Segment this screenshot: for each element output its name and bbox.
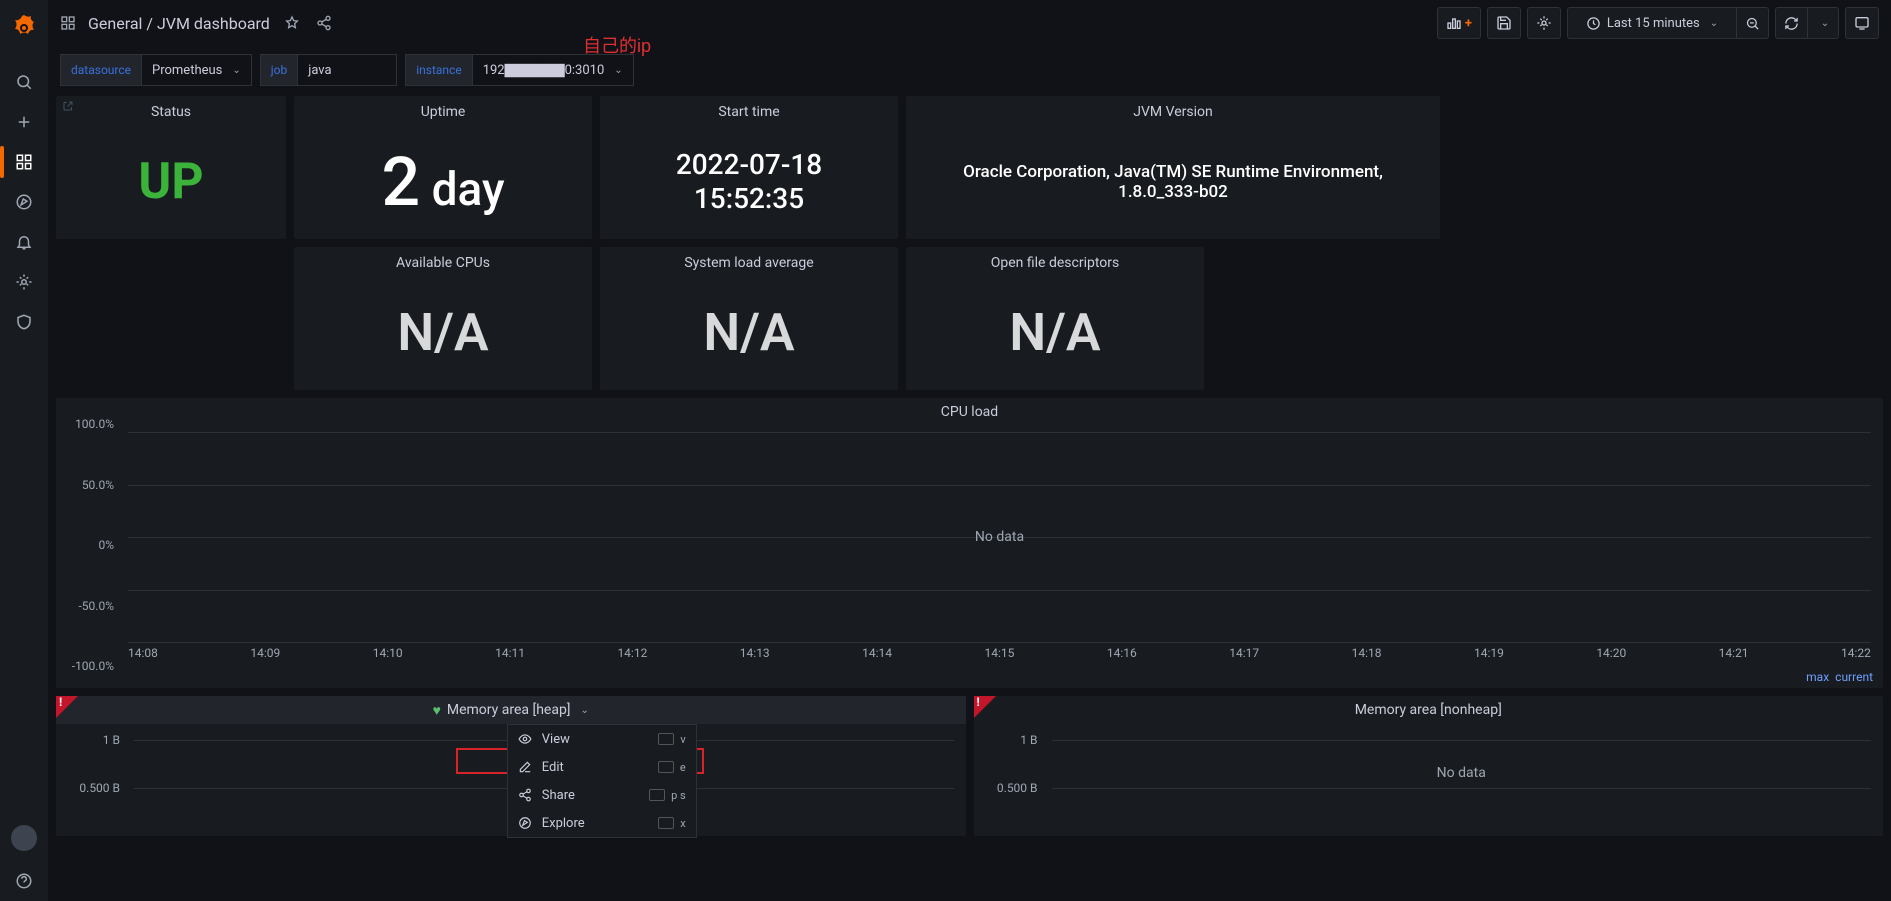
- create-icon[interactable]: [0, 102, 48, 142]
- settings-button[interactable]: [1527, 7, 1561, 39]
- chart-plot-area: No data: [1052, 728, 1872, 818]
- status-value: UP: [138, 153, 203, 211]
- x-tick: 14:15: [985, 646, 1015, 660]
- var-datasource-value[interactable]: Prometheus⌄: [141, 54, 252, 86]
- panel-title[interactable]: Memory area [nonheap]: [974, 696, 1884, 724]
- panel-jvm-version[interactable]: JVM Version Oracle Corporation, Java(TM)…: [906, 96, 1440, 239]
- grafana-logo[interactable]: [8, 12, 40, 44]
- uptime-value: 2 day: [382, 142, 505, 222]
- star-icon[interactable]: [284, 15, 300, 31]
- x-tick: 14:18: [1352, 646, 1382, 660]
- user-avatar[interactable]: [11, 825, 37, 851]
- panel-uptime[interactable]: Uptime 2 day: [294, 96, 592, 239]
- x-tick: 14:16: [1107, 646, 1137, 660]
- panel-menu: View v Edit e Share p s Explore x: [507, 724, 697, 838]
- panel-title: Uptime: [294, 96, 592, 124]
- refresh-interval-picker[interactable]: ⌄: [1807, 7, 1839, 39]
- menu-item-edit[interactable]: Edit e: [508, 753, 696, 781]
- var-datasource-label: datasource: [60, 54, 141, 86]
- help-icon[interactable]: [0, 861, 48, 901]
- menu-item-view[interactable]: View v: [508, 725, 696, 753]
- panel-link-icon[interactable]: [62, 100, 74, 112]
- chart-plot-area: No data: [128, 432, 1871, 642]
- panel-title: JVM Version: [906, 96, 1440, 124]
- panel-title-dropdown[interactable]: ♥ Memory area [heap] ⌄: [56, 696, 966, 724]
- error-indicator-icon[interactable]: [974, 696, 996, 718]
- x-tick: 14:14: [862, 646, 892, 660]
- save-button[interactable]: [1487, 7, 1521, 39]
- heart-icon: ♥: [433, 702, 441, 719]
- x-tick: 14:08: [128, 646, 158, 660]
- topbar: General / JVM dashboard + Last 15 minute…: [48, 0, 1891, 46]
- share-dashboard-icon[interactable]: [316, 15, 332, 31]
- panel-title: Open file descriptors: [906, 247, 1204, 275]
- var-job-label: job: [260, 54, 297, 86]
- panel-title: Available CPUs: [294, 247, 592, 275]
- template-var-bar: datasource Prometheus⌄ job java instance…: [48, 50, 1891, 90]
- refresh-button[interactable]: [1775, 7, 1808, 39]
- panel-status[interactable]: Status UP: [56, 96, 286, 239]
- x-tick: 14:13: [740, 646, 770, 660]
- panel-title: Start time: [600, 96, 898, 124]
- var-instance-label: instance: [405, 54, 471, 86]
- panel-title: Status: [56, 96, 286, 124]
- panel-available-cpus[interactable]: Available CPUs N/A: [294, 247, 592, 390]
- var-job-value[interactable]: java: [297, 54, 397, 86]
- x-tick: 14:19: [1474, 646, 1504, 660]
- chart-legend: maxcurrent: [1806, 670, 1873, 684]
- search-icon[interactable]: [0, 62, 48, 102]
- x-tick: 14:17: [1229, 646, 1259, 660]
- no-data-label: No data: [975, 529, 1024, 545]
- no-data-label: No data: [1437, 765, 1486, 781]
- cycle-view-button[interactable]: [1845, 7, 1879, 39]
- x-tick: 14:12: [617, 646, 647, 660]
- time-range-label: Last 15 minutes: [1607, 16, 1700, 31]
- explore-icon[interactable]: [0, 182, 48, 222]
- panel-title: System load average: [600, 247, 898, 275]
- dashboards-icon[interactable]: [0, 142, 48, 182]
- cpus-value: N/A: [397, 302, 488, 363]
- zoom-out-button[interactable]: [1736, 7, 1769, 39]
- configuration-icon[interactable]: [0, 262, 48, 302]
- load-value: N/A: [703, 302, 794, 363]
- left-nav: [0, 0, 48, 901]
- dashboard-canvas: Status UP Uptime 2 day Start time 2022-0…: [56, 96, 1883, 901]
- chevron-down-icon: ⌄: [581, 705, 589, 716]
- menu-item-explore[interactable]: Explore x: [508, 809, 696, 837]
- x-tick: 14:21: [1719, 646, 1749, 660]
- panel-memory-nonheap[interactable]: Memory area [nonheap] 1 B 0.500 B No dat…: [974, 696, 1884, 836]
- breadcrumb[interactable]: General / JVM dashboard: [88, 14, 270, 33]
- var-instance-value[interactable]: 192▇▇▇▇▇▇0:3010⌄: [472, 54, 634, 86]
- server-admin-icon[interactable]: [0, 302, 48, 342]
- x-tick: 14:11: [495, 646, 525, 660]
- x-axis: 14:08 14:09 14:10 14:11 14:12 14:13 14:14 14:15…: [56, 642, 1883, 666]
- error-indicator-icon[interactable]: [56, 696, 78, 718]
- y-axis: 100.0% 50.0% 0% -50.0% -100.0%: [56, 424, 122, 666]
- panel-start-time[interactable]: Start time 2022-07-1815:52:35: [600, 96, 898, 239]
- add-panel-button[interactable]: +: [1437, 7, 1481, 39]
- start-time-value: 2022-07-1815:52:35: [676, 148, 822, 215]
- fds-value: N/A: [1009, 302, 1100, 363]
- x-tick: 14:10: [373, 646, 403, 660]
- panel-cpu-load[interactable]: CPU load 100.0% 50.0% 0% -50.0% -100.0% …: [56, 398, 1883, 688]
- panel-system-load[interactable]: System load average N/A: [600, 247, 898, 390]
- menu-item-share[interactable]: Share p s: [508, 781, 696, 809]
- alerting-icon[interactable]: [0, 222, 48, 262]
- x-tick: 14:22: [1841, 646, 1871, 660]
- time-range-picker[interactable]: Last 15 minutes ⌄: [1567, 7, 1737, 39]
- dashboard-grid-icon: [60, 15, 76, 31]
- panel-memory-heap[interactable]: ♥ Memory area [heap] ⌄ View v Edit e: [56, 696, 966, 836]
- x-tick: 14:20: [1596, 646, 1626, 660]
- panel-title: CPU load: [56, 398, 1883, 426]
- x-tick: 14:09: [250, 646, 280, 660]
- panel-open-fds[interactable]: Open file descriptors N/A: [906, 247, 1204, 390]
- jvm-version-value: Oracle Corporation, Java(TM) SE Runtime …: [906, 162, 1440, 202]
